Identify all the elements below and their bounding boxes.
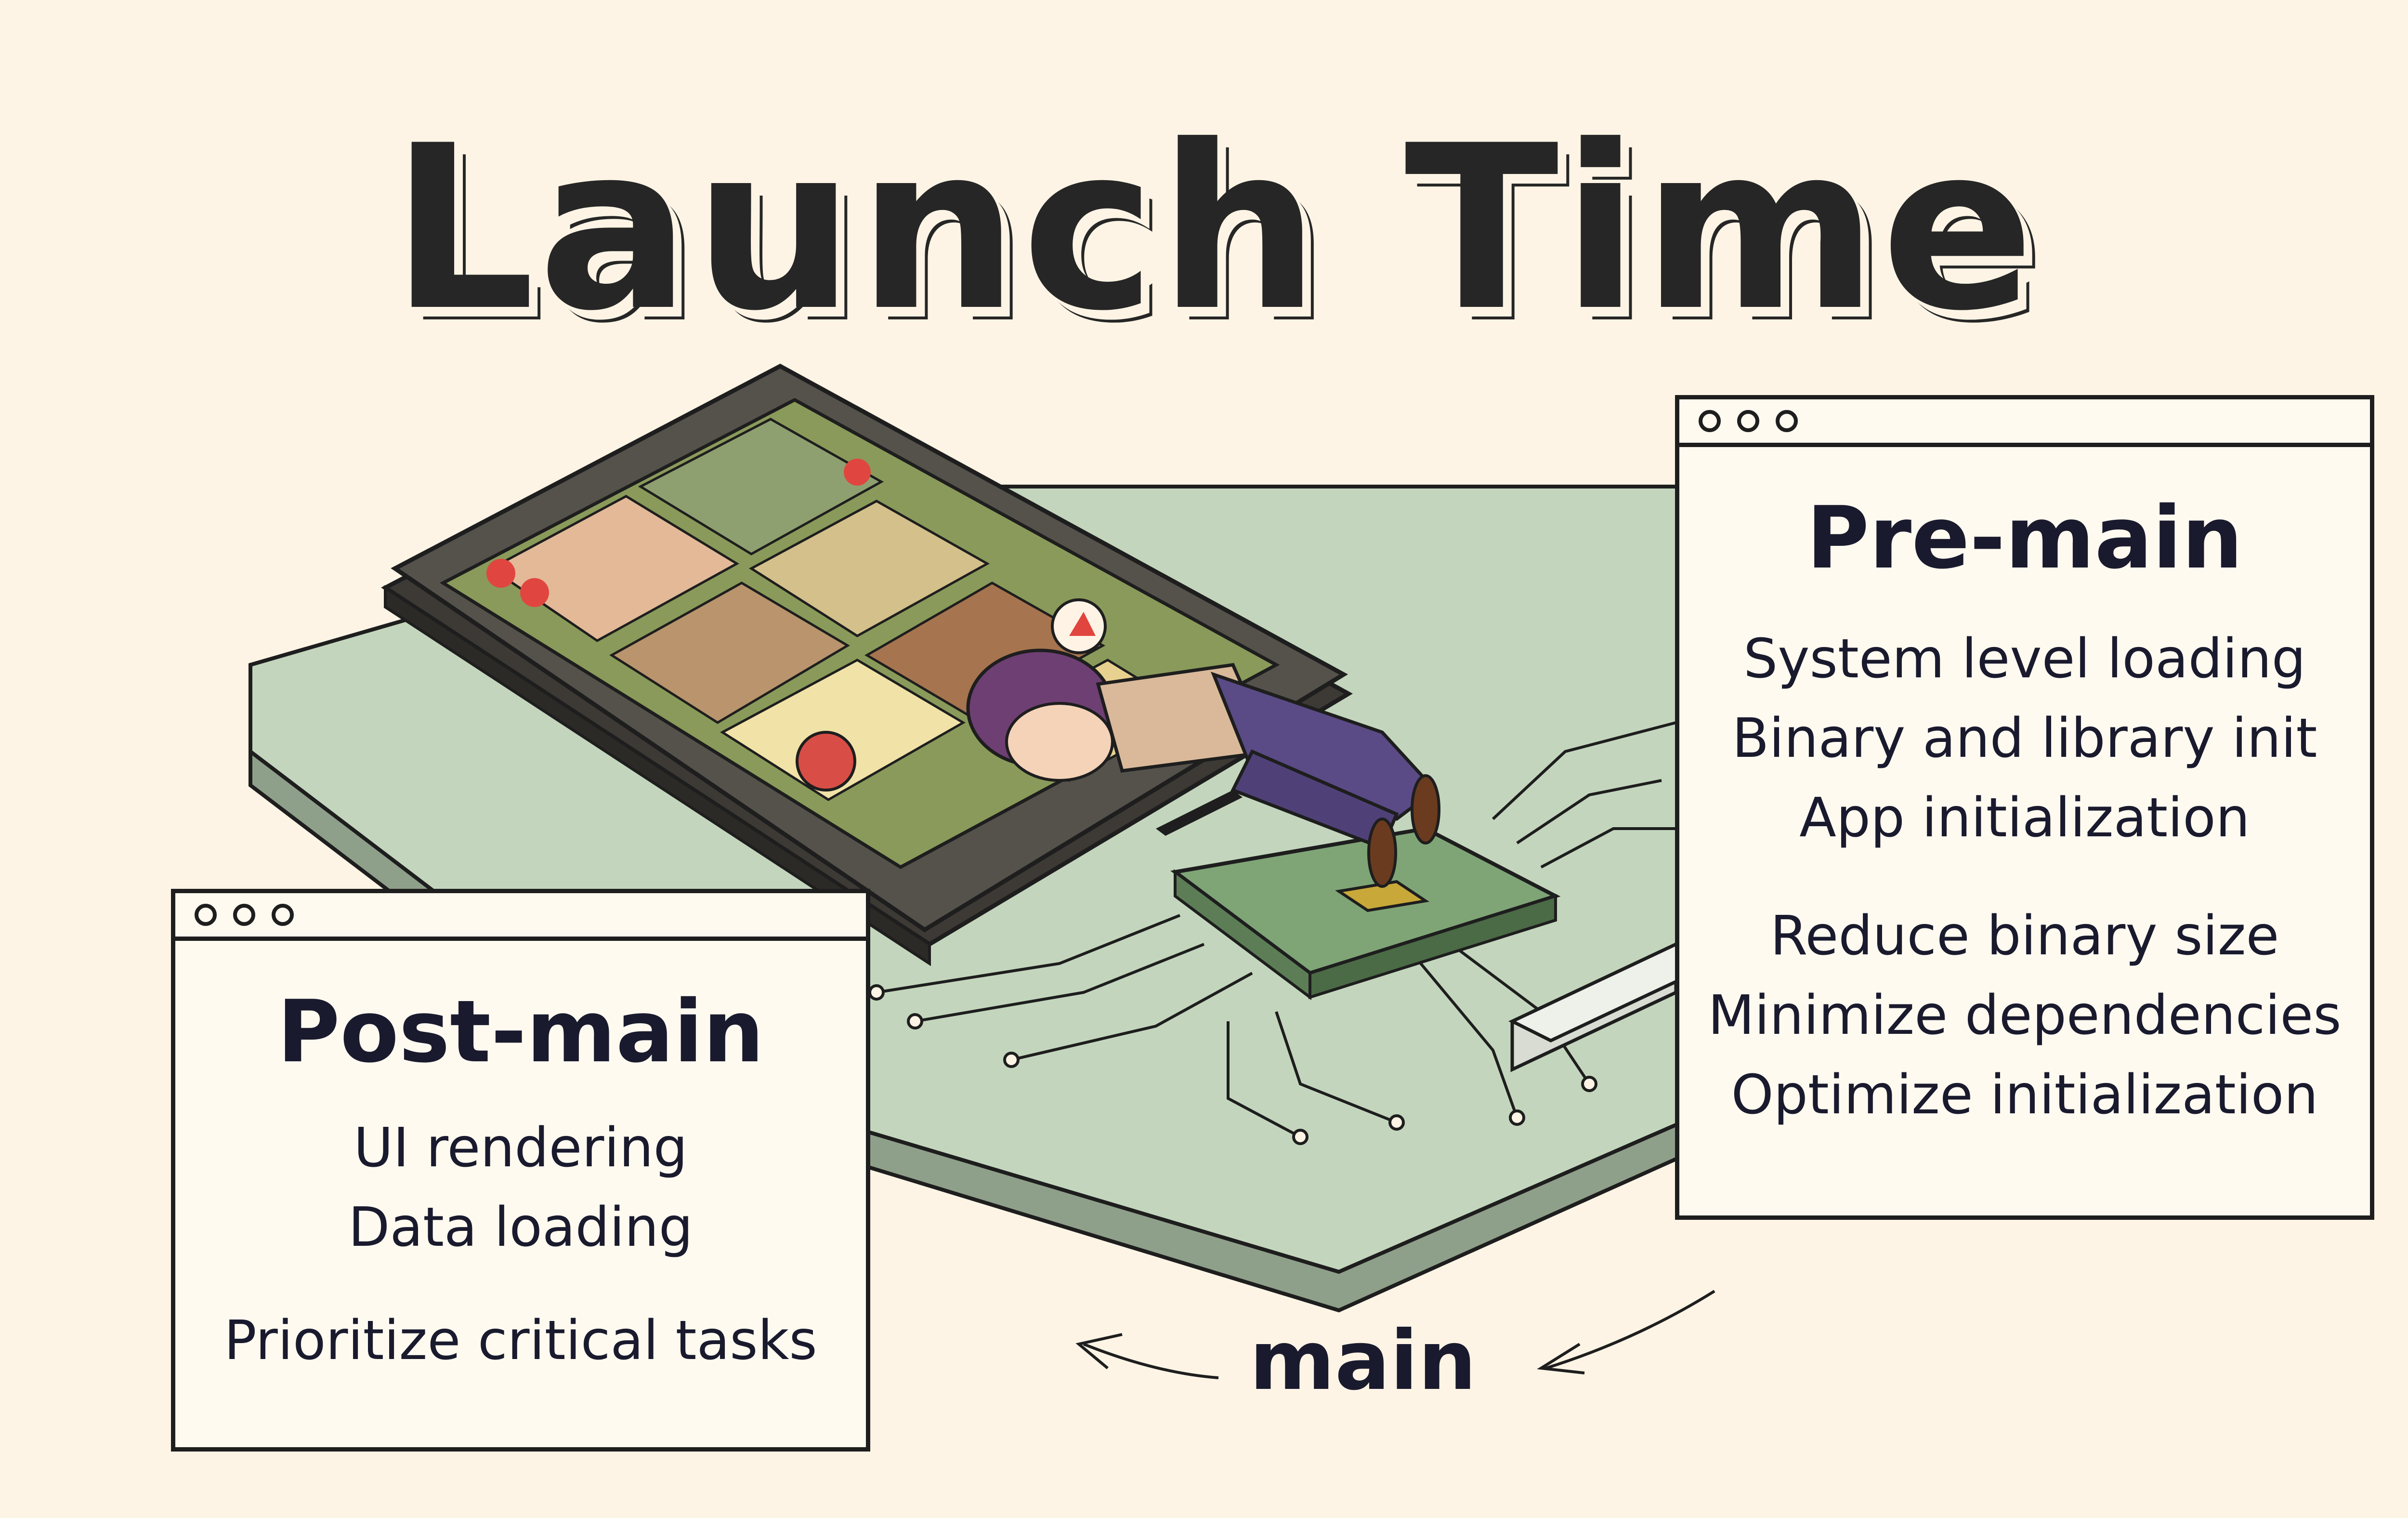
window-dot-icon [195, 904, 217, 926]
premain-stage: System level loading [1743, 628, 2306, 690]
postmain-stage: UI rendering [353, 1117, 688, 1179]
postmain-heading: Post-main [277, 982, 764, 1082]
premain-tip: Minimize dependencies [1708, 984, 2342, 1047]
premain-window: Pre-main System level loading Binary and… [1675, 395, 2374, 1220]
main-label: main [1249, 1313, 1477, 1409]
window-titlebar [1679, 399, 2370, 447]
premain-tip: Optimize initialization [1731, 1064, 2318, 1126]
window-dot-icon [1737, 410, 1759, 432]
postmain-window: Post-main UI rendering Data loading Prio… [171, 889, 870, 1452]
window-titlebar [175, 893, 866, 941]
arrow-left [1083, 1343, 1219, 1379]
premain-stage: App initialization [1799, 787, 2250, 849]
window-dot-icon [272, 904, 294, 926]
arrow-right [1545, 1290, 1715, 1370]
window-dot-icon [1776, 410, 1798, 432]
window-dot-icon [1699, 410, 1721, 432]
postmain-stage: Data loading [348, 1196, 693, 1259]
premain-stage: Binary and library init [1732, 707, 2317, 770]
window-dot-icon [233, 904, 255, 926]
page-title: Launch Time [391, 97, 2038, 360]
premain-heading: Pre-main [1806, 488, 2243, 588]
postmain-tip: Prioritize critical tasks [224, 1309, 817, 1372]
premain-tip: Reduce binary size [1770, 905, 2279, 967]
